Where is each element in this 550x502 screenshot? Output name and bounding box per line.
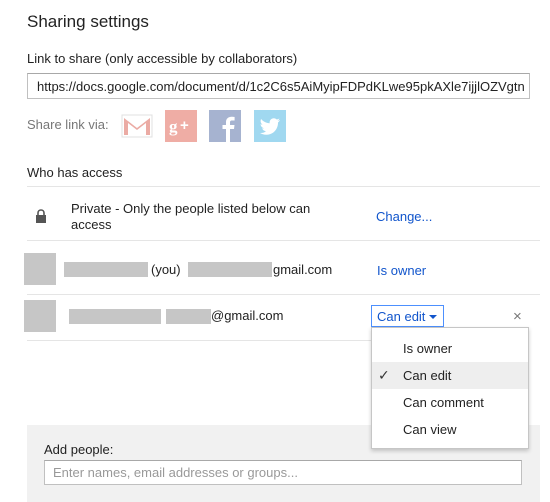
lock-icon bbox=[35, 209, 47, 223]
owner-role-label: Is owner bbox=[377, 263, 427, 278]
role-menu: Is owner ✓ Can edit Can comment Can view bbox=[371, 327, 529, 449]
svg-text:+: + bbox=[180, 117, 189, 134]
divider bbox=[27, 294, 540, 295]
divider bbox=[27, 186, 540, 187]
svg-text:g: g bbox=[169, 117, 178, 136]
role-dropdown-value: Can edit bbox=[377, 309, 426, 324]
role-menu-item-is-owner[interactable]: Is owner bbox=[372, 335, 528, 362]
divider bbox=[27, 240, 540, 241]
change-visibility-link[interactable]: Change... bbox=[376, 209, 432, 224]
role-menu-item-can-edit[interactable]: ✓ Can edit bbox=[372, 362, 528, 389]
menu-item-label: Can view bbox=[403, 422, 457, 437]
add-people-label: Add people: bbox=[44, 442, 114, 457]
collaborator-email-redacted bbox=[166, 309, 211, 324]
owner-name-redacted bbox=[64, 262, 148, 277]
collaborator-name-redacted bbox=[69, 309, 161, 324]
menu-item-label: Can edit bbox=[403, 368, 452, 383]
owner-email-suffix: gmail.com bbox=[273, 262, 333, 277]
role-dropdown[interactable]: Can edit bbox=[371, 305, 444, 327]
add-people-input[interactable] bbox=[44, 460, 522, 485]
avatar bbox=[24, 300, 56, 332]
remove-collaborator-button[interactable]: × bbox=[513, 308, 522, 325]
share-via-label: Share link via: bbox=[27, 117, 109, 132]
link-label: Link to share (only accessible by collab… bbox=[27, 51, 298, 66]
gmail-icon[interactable] bbox=[121, 110, 153, 142]
menu-item-label: Is owner bbox=[403, 341, 453, 356]
chevron-down-icon bbox=[429, 315, 437, 319]
twitter-icon[interactable] bbox=[254, 110, 286, 142]
avatar bbox=[24, 253, 56, 285]
role-menu-item-can-view[interactable]: Can view bbox=[372, 416, 528, 443]
who-has-access-heading: Who has access bbox=[27, 165, 123, 180]
role-menu-item-can-comment[interactable]: Can comment bbox=[372, 389, 528, 416]
google-plus-icon[interactable]: g + bbox=[165, 110, 197, 142]
divider bbox=[27, 340, 371, 341]
share-link-field[interactable]: https://docs.google.com/document/d/1c2C6… bbox=[27, 73, 530, 99]
you-label: (you) bbox=[151, 262, 181, 277]
visibility-text: Private - Only the people listed below c… bbox=[71, 201, 311, 232]
collaborator-email-suffix: @gmail.com bbox=[211, 308, 284, 323]
facebook-icon[interactable] bbox=[209, 110, 241, 142]
owner-email-redacted bbox=[188, 262, 272, 277]
checkmark-icon: ✓ bbox=[378, 367, 390, 383]
dialog-title: Sharing settings bbox=[27, 12, 149, 31]
menu-item-label: Can comment bbox=[403, 395, 484, 410]
